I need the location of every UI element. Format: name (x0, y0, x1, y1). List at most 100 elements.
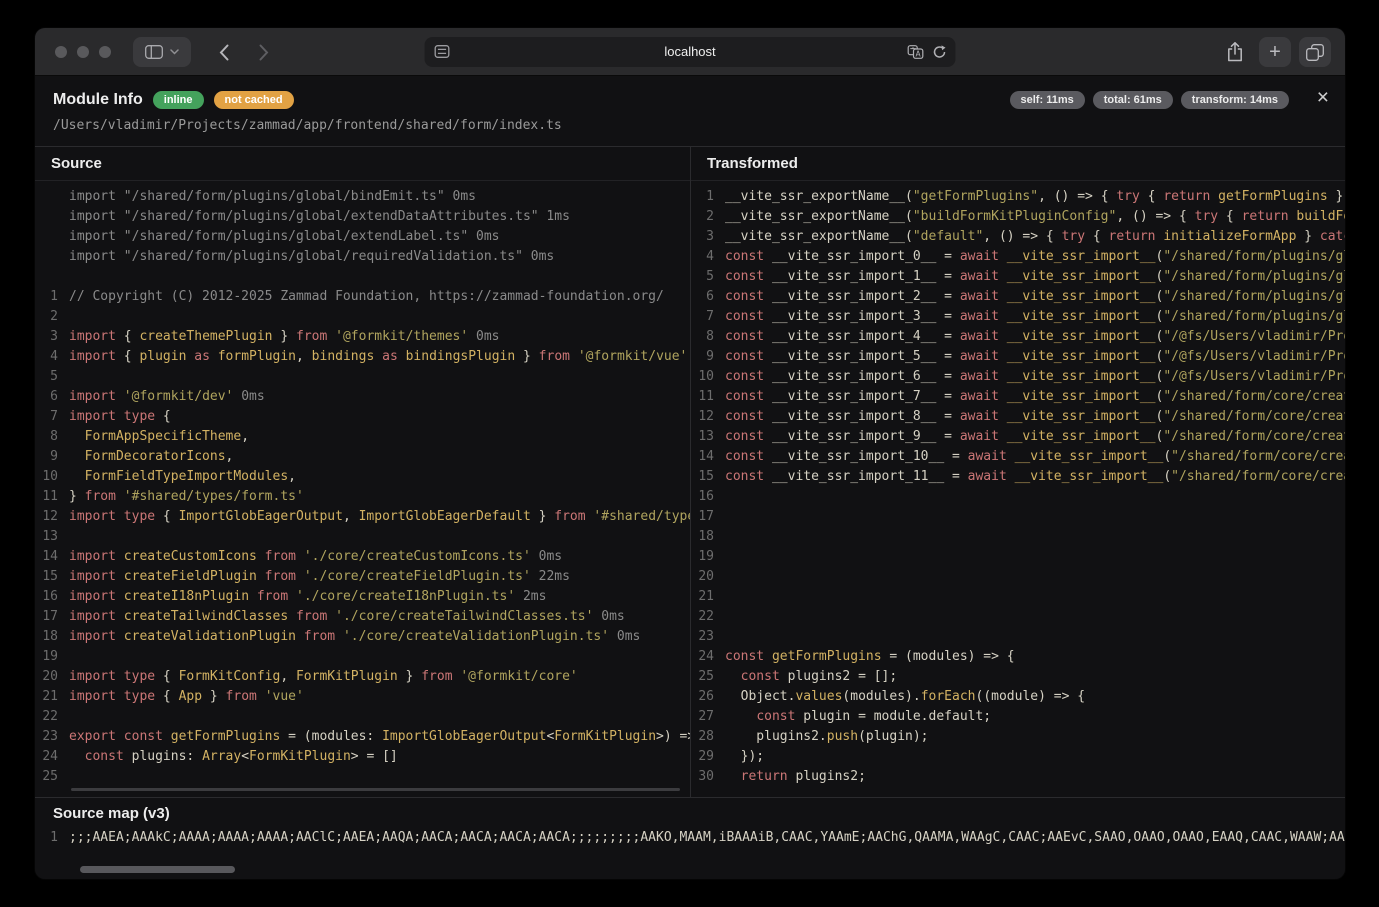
code-line (35, 267, 690, 287)
line-number: 10 (691, 367, 725, 387)
cache-status-badge: not cached (214, 91, 294, 109)
code-line: 24 const plugins: Array<FormKitPlugin> =… (35, 747, 690, 767)
line-number: 14 (691, 447, 725, 467)
line-number: 14 (35, 547, 69, 567)
line-number: 1 (35, 828, 69, 848)
code-line: 26 Object.values(modules).forEach((modul… (691, 687, 1345, 707)
plus-icon: + (1269, 42, 1281, 62)
transformed-panel: Transformed 1__vite_ssr_exportName__("ge… (690, 147, 1345, 797)
address-bar-actions: A (908, 45, 947, 59)
line-number: 15 (35, 567, 69, 587)
sourcemap-section: Source map (v3) 1;;;AAEA;AAAkC;AAAA;AAAA… (35, 797, 1345, 879)
address-bar[interactable]: localhost A (425, 37, 956, 67)
sidebar-toggle-button[interactable] (133, 37, 191, 67)
sidebar-icon (145, 45, 163, 59)
line-number: 12 (35, 507, 69, 527)
line-number: 7 (35, 407, 69, 427)
code-line: 17 (691, 507, 1345, 527)
source-panel-title: Source (35, 147, 690, 181)
line-number: 2 (35, 307, 69, 327)
code-line: 16import createI18nPlugin from './core/c… (35, 587, 690, 607)
code-line: import "/shared/form/plugins/global/exte… (35, 207, 690, 227)
code-line: import "/shared/form/plugins/global/bind… (35, 187, 690, 207)
line-number: 2 (691, 207, 725, 227)
line-number: 17 (35, 607, 69, 627)
sourcemap-title: Source map (v3) (35, 798, 1345, 828)
line-number: 4 (35, 347, 69, 367)
transformed-code[interactable]: 1__vite_ssr_exportName__("getFormPlugins… (691, 181, 1345, 797)
code-line: 8const __vite_ssr_import_4__ = await __v… (691, 327, 1345, 347)
line-number: 1 (691, 187, 725, 207)
code-line: 7const __vite_ssr_import_3__ = await __v… (691, 307, 1345, 327)
line-number: 21 (691, 587, 725, 607)
line-number: 30 (691, 767, 725, 787)
line-number: 19 (691, 547, 725, 567)
line-number: 21 (35, 687, 69, 707)
code-line: 9const __vite_ssr_import_5__ = await __v… (691, 347, 1345, 367)
line-number: 7 (691, 307, 725, 327)
line-number: 9 (691, 347, 725, 367)
code-line: 1// Copyright (C) 2012-2025 Zammad Found… (35, 287, 690, 307)
sourcemap-code[interactable]: 1;;;AAEA;AAAkC;AAAA;AAAA;AAAA;AAClC;AAEA… (35, 828, 1345, 848)
code-line: 11const __vite_ssr_import_7__ = await __… (691, 387, 1345, 407)
window-close-button[interactable] (55, 46, 67, 58)
code-line: 21import type { App } from 'vue' (35, 687, 690, 707)
window-zoom-button[interactable] (99, 46, 111, 58)
self-time-badge: self: 11ms (1010, 91, 1085, 109)
code-line: 13const __vite_ssr_import_9__ = await __… (691, 427, 1345, 447)
code-line: 25 (35, 767, 690, 787)
code-line: 6const __vite_ssr_import_2__ = await __v… (691, 287, 1345, 307)
code-line: 14const __vite_ssr_import_10__ = await _… (691, 447, 1345, 467)
back-button[interactable] (211, 37, 237, 67)
line-number: 16 (35, 587, 69, 607)
code-line: 23export const getFormPlugins = (modules… (35, 727, 690, 747)
url-text: localhost (425, 37, 956, 67)
sourcemap-horizontal-scrollbar[interactable] (80, 866, 235, 873)
code-line: 18import createValidationPlugin from './… (35, 627, 690, 647)
share-button[interactable] (1219, 37, 1251, 67)
code-panels: Source import "/shared/form/plugins/glob… (35, 146, 1345, 797)
code-line: 10const __vite_ssr_import_6__ = await __… (691, 367, 1345, 387)
line-number: 25 (35, 767, 69, 787)
line-number: 6 (691, 287, 725, 307)
code-line: 2__vite_ssr_exportName__("buildFormKitPl… (691, 207, 1345, 227)
source-horizontal-scrollbar[interactable] (71, 788, 680, 791)
code-line: 22 (35, 707, 690, 727)
window-controls (55, 46, 111, 58)
source-code[interactable]: import "/shared/form/plugins/global/bind… (35, 181, 690, 797)
code-line: import "/shared/form/plugins/global/requ… (35, 247, 690, 267)
line-number: 10 (35, 467, 69, 487)
line-number: 12 (691, 407, 725, 427)
line-number: 22 (35, 707, 69, 727)
header-row: Module Info inline not cached self: 11ms… (53, 91, 1327, 109)
forward-button[interactable] (251, 37, 277, 67)
code-line: 21 (691, 587, 1345, 607)
code-line: 19 (35, 647, 690, 667)
window-minimize-button[interactable] (77, 46, 89, 58)
code-line: 25 const plugins2 = []; (691, 667, 1345, 687)
tab-overview-button[interactable] (1299, 37, 1331, 67)
line-number: 13 (691, 427, 725, 447)
code-line: 12const __vite_ssr_import_8__ = await __… (691, 407, 1345, 427)
line-number: 6 (35, 387, 69, 407)
code-line: 15const __vite_ssr_import_11__ = await _… (691, 467, 1345, 487)
code-line: 17import createTailwindClasses from './c… (35, 607, 690, 627)
code-line: 27 const plugin = module.default; (691, 707, 1345, 727)
line-number: 20 (35, 667, 69, 687)
line-number: 29 (691, 747, 725, 767)
line-number: 5 (691, 267, 725, 287)
line-number: 15 (691, 467, 725, 487)
code-line: 18 (691, 527, 1345, 547)
transformed-panel-title: Transformed (691, 147, 1345, 181)
inline-badge: inline (153, 91, 204, 109)
tab-overview-icon (1306, 44, 1324, 61)
close-button[interactable]: × (1317, 87, 1329, 108)
reload-icon[interactable] (933, 45, 947, 59)
line-number (35, 207, 69, 227)
new-tab-button[interactable]: + (1259, 37, 1291, 67)
code-line: 2 (35, 307, 690, 327)
translate-icon[interactable]: A (908, 45, 924, 59)
module-inspect-page: Module Info inline not cached self: 11ms… (35, 76, 1345, 879)
browser-titlebar: localhost A (35, 28, 1345, 76)
chevron-right-icon (259, 44, 269, 61)
